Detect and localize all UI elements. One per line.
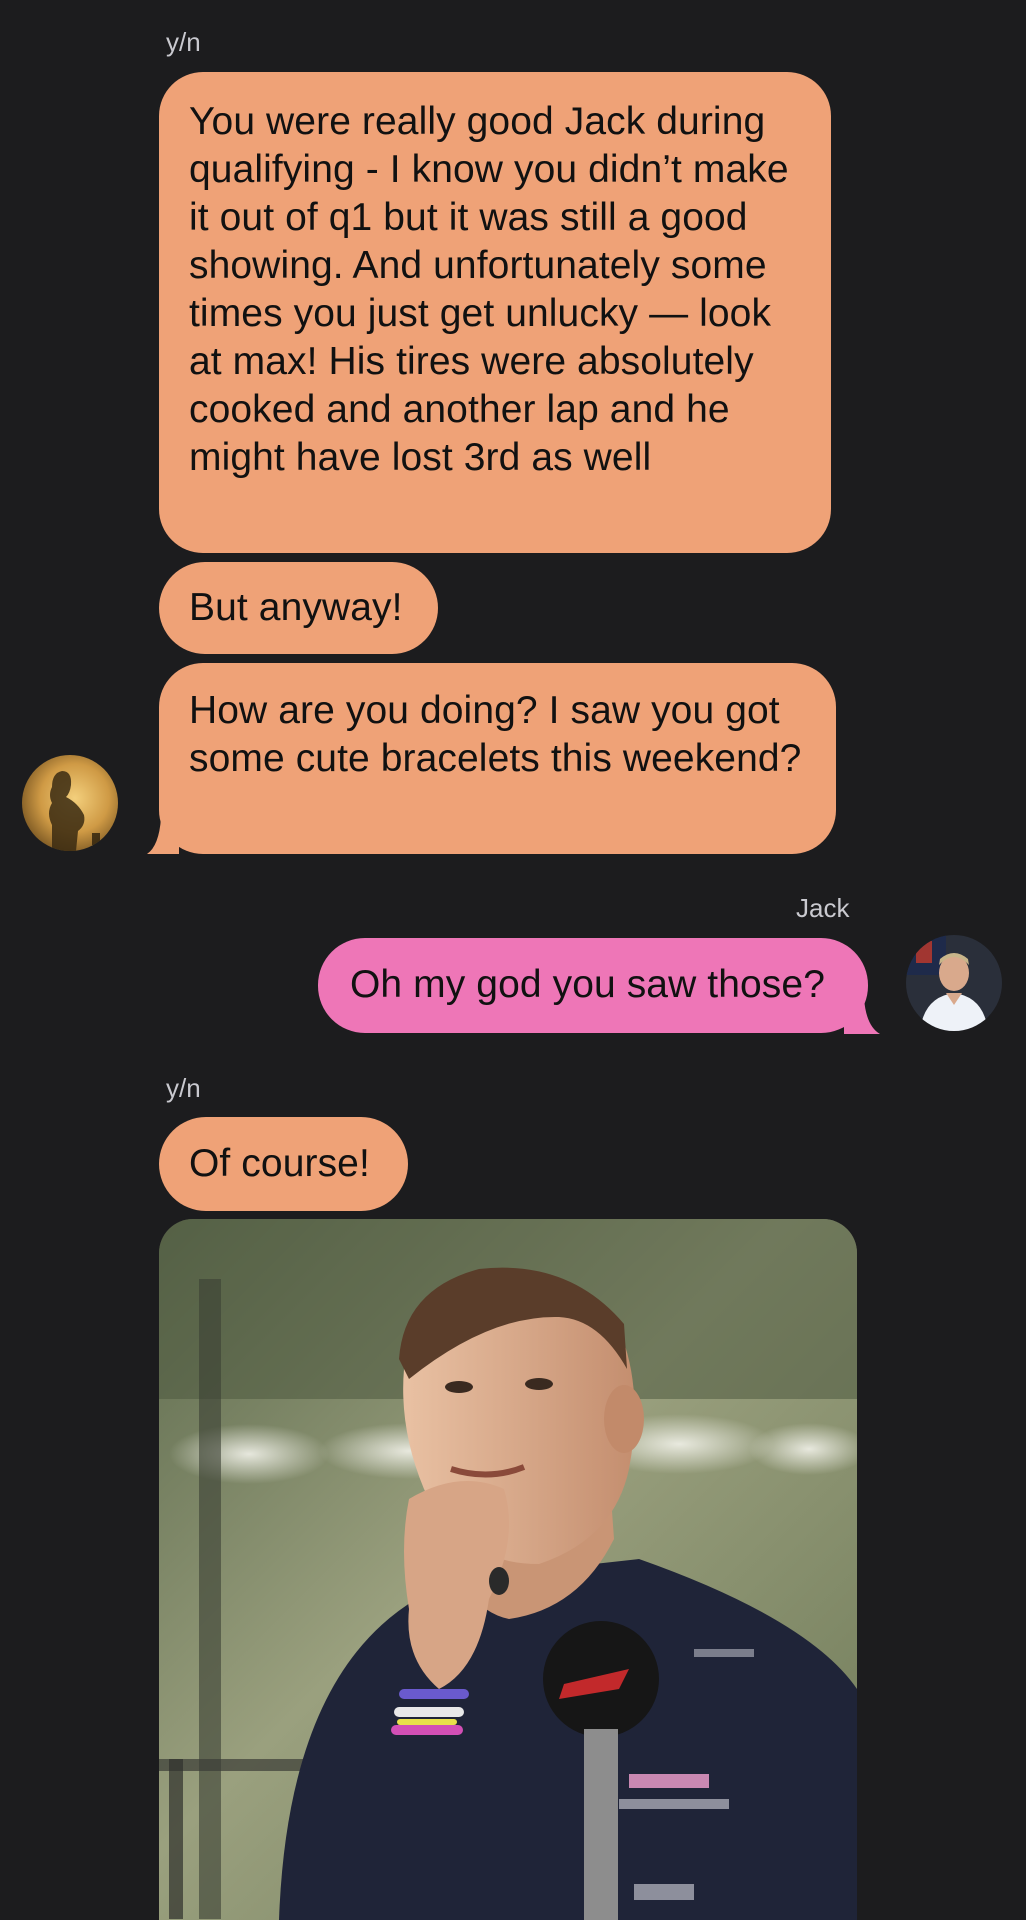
message-bubble-but-anyway[interactable]: But anyway! bbox=[159, 562, 438, 654]
message-bubble-saw-those[interactable]: Oh my god you saw those? bbox=[318, 938, 868, 1033]
silhouette-avatar-icon[interactable] bbox=[22, 755, 118, 851]
message-text: How are you doing? I saw you got some cu… bbox=[189, 689, 802, 780]
bubble-tail bbox=[844, 998, 880, 1034]
message-text: Oh my god you saw those? bbox=[350, 963, 825, 1006]
sender-name-jack: Jack bbox=[796, 893, 850, 923]
message-text: Of course! bbox=[189, 1142, 370, 1185]
message-bubble-qualifying[interactable]: You were really good Jack during qualify… bbox=[159, 72, 831, 553]
photo-attachment-icon[interactable] bbox=[159, 1219, 857, 1920]
bubble-tail bbox=[147, 818, 179, 854]
sender-name-yn: y/n bbox=[166, 27, 201, 57]
driver-avatar-icon[interactable] bbox=[906, 935, 1002, 1031]
message-text: You were really good Jack during qualify… bbox=[189, 100, 789, 479]
message-text: But anyway! bbox=[189, 586, 403, 629]
message-bubble-of-course[interactable]: Of course! bbox=[159, 1117, 408, 1211]
message-bubble-bracelets[interactable]: How are you doing? I saw you got some cu… bbox=[159, 663, 836, 854]
sender-name-yn: y/n bbox=[166, 1073, 201, 1103]
